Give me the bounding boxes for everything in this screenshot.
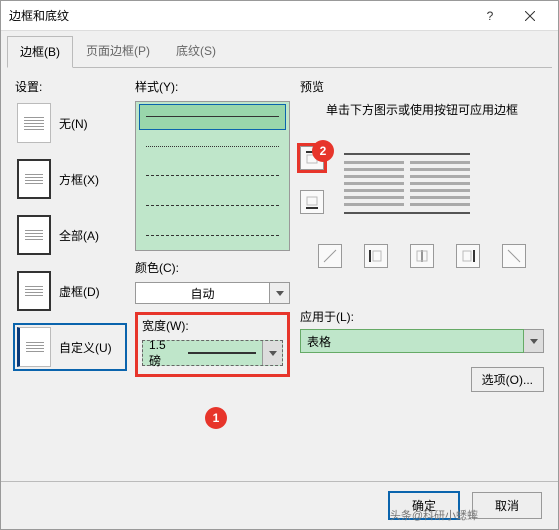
border-diag2-button[interactable] (502, 244, 526, 268)
preview-hint: 单击下方图示或使用按钮可应用边框 (300, 101, 544, 118)
tab-page-border[interactable]: 页面边框(P) (73, 35, 163, 67)
style-option-dash2[interactable] (140, 194, 285, 218)
preview-label: 预览 (300, 78, 544, 95)
style-label: 样式(Y): (135, 78, 290, 95)
diag2-icon (507, 249, 521, 263)
color-label: 颜色(C): (135, 259, 290, 276)
dialog-title: 边框和底纹 (9, 7, 470, 24)
border-center-icon (415, 249, 429, 263)
close-icon (525, 11, 535, 21)
border-diag1-button[interactable] (318, 244, 342, 268)
setting-box[interactable]: 方框(X) (15, 157, 125, 201)
border-left-button[interactable] (364, 244, 388, 268)
style-list[interactable] (135, 101, 290, 251)
border-right-button[interactable] (456, 244, 480, 268)
none-icon (17, 103, 51, 143)
border-bottom-button[interactable] (300, 190, 324, 214)
border-bottom-icon (305, 195, 319, 209)
diag-icon (323, 249, 337, 263)
chevron-down-icon (262, 341, 282, 365)
options-button[interactable]: 选项(O)... (471, 367, 544, 392)
chevron-down-icon (270, 282, 290, 304)
cancel-button[interactable]: 取消 (472, 492, 542, 519)
apply-to-label: 应用于(L): (300, 308, 544, 325)
watermark: 头条@科研小蟋蟀 (390, 507, 478, 523)
box-icon (17, 159, 51, 199)
style-option-dot[interactable] (140, 135, 285, 159)
color-select[interactable]: 自动 (135, 282, 290, 304)
settings-label: 设置: (15, 78, 125, 95)
callout-1: 1 (205, 407, 227, 429)
width-label: 宽度(W): (142, 317, 283, 334)
all-icon (17, 215, 51, 255)
border-center-button[interactable] (410, 244, 434, 268)
tab-shading[interactable]: 底纹(S) (163, 35, 229, 67)
setting-all[interactable]: 全部(A) (15, 213, 125, 257)
apply-to-select[interactable]: 表格 (300, 329, 544, 353)
setting-none[interactable]: 无(N) (15, 101, 125, 145)
callout-2: 2 (312, 140, 334, 162)
help-button[interactable]: ? (470, 2, 510, 30)
style-option-dash3[interactable] (140, 223, 285, 247)
dashed-icon (17, 271, 51, 311)
style-option-dash1[interactable] (140, 164, 285, 188)
chevron-down-icon (524, 329, 544, 353)
setting-dashed[interactable]: 虚框(D) (15, 269, 125, 313)
preview-diagram[interactable] (332, 128, 482, 238)
border-left-icon (369, 249, 383, 263)
border-right-icon (461, 249, 475, 263)
width-select[interactable]: 1.5 磅 (142, 340, 283, 366)
tab-border[interactable]: 边框(B) (7, 36, 73, 68)
close-button[interactable] (510, 2, 550, 30)
custom-icon (17, 327, 51, 367)
setting-custom[interactable]: 自定义(U) (15, 325, 125, 369)
style-option-solid[interactable] (140, 105, 285, 129)
